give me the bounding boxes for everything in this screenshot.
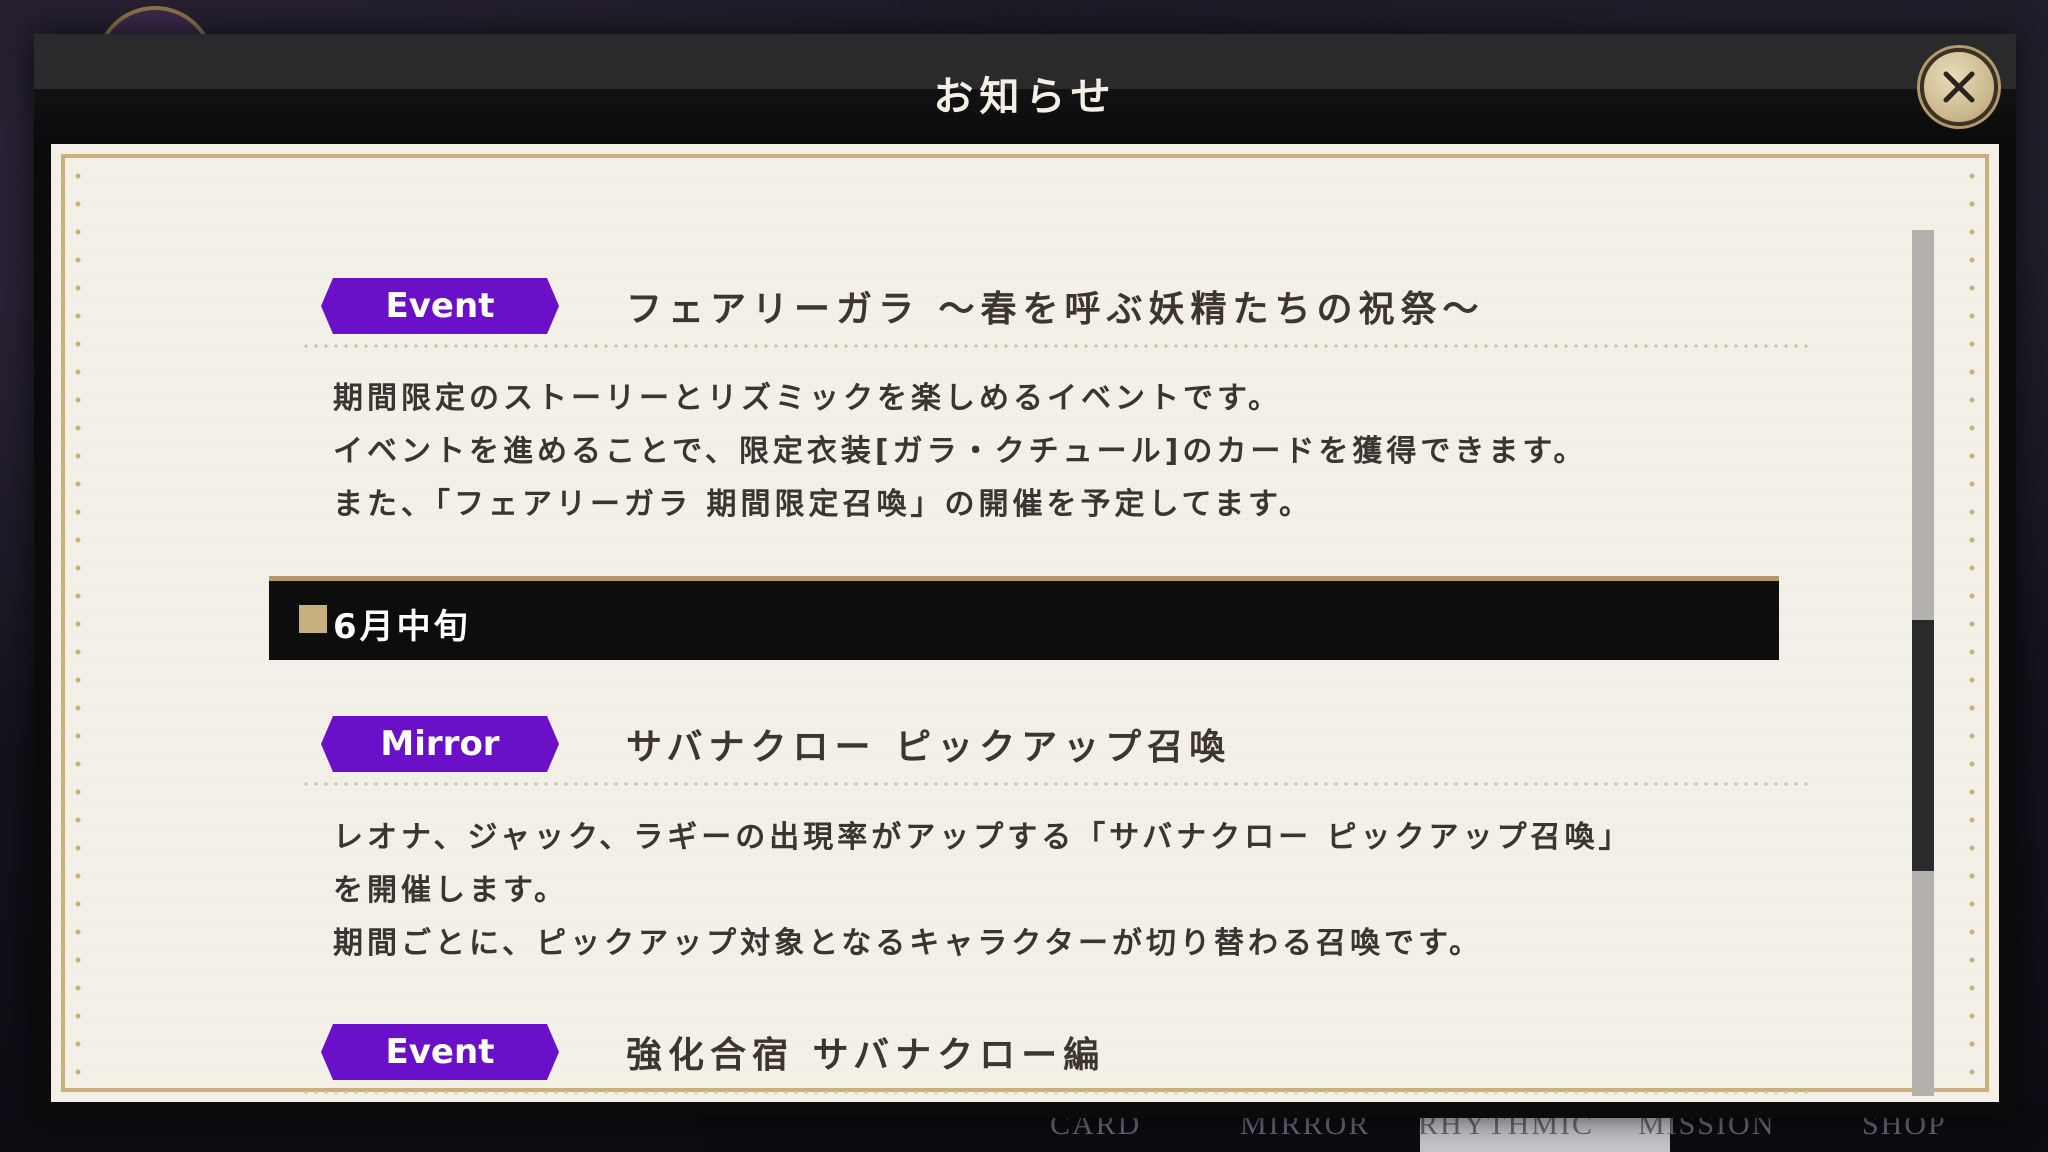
dotted-divider: [301, 1090, 1811, 1094]
notice-body-line: 期間限定のストーリーとリズミックを楽しめるイベントです。: [333, 381, 1282, 416]
notice-body: 期間限定のストーリーとリズミックを楽しめるイベントです。 イベントを進めることで…: [333, 372, 1587, 531]
close-icon: [1943, 71, 1975, 103]
notice-scroll-area[interactable]: Event フェアリーガラ ～春を呼ぶ妖精たちの祝祭～ 期間限定のストーリーとリ…: [51, 144, 1999, 1102]
notice-header[interactable]: Event 強化合宿 サバナクロー編: [301, 1014, 1811, 1094]
date-section-header: 6月中旬: [269, 576, 1779, 660]
notice-title: サバナクロー ピックアップ召喚: [626, 727, 1232, 768]
modal-title: お知らせ: [933, 74, 1117, 120]
notice-body-line: 期間ごとに、ピックアップ対象となるキャラクターが切り替わる召喚です。: [333, 926, 1483, 961]
scrollbar-track[interactable]: [1912, 230, 1934, 1096]
dotted-divider: [301, 344, 1811, 348]
notice-title: フェアリーガラ ～春を呼ぶ妖精たちの祝祭～: [626, 289, 1485, 330]
notice-header[interactable]: Mirror サバナクロー ピックアップ召喚: [301, 706, 1811, 786]
event-tag-badge: Event: [321, 1024, 559, 1080]
notice-body-line: イベントを進めることで、限定衣装[ガラ・クチュール]のカードを獲得できます。: [333, 434, 1588, 469]
date-label: 6月中旬: [333, 607, 471, 647]
mirror-tag-badge: Mirror: [321, 716, 559, 772]
notice-body: レオナ、ジャック、ラギーの出現率がアップする「サバナクロー ピックアップ召喚」 …: [333, 811, 1633, 970]
notice-body-line: また、「フェアリーガラ 期間限定召喚」の開催を予定してます。: [333, 487, 1314, 522]
notice-paper-panel: Event フェアリーガラ ～春を呼ぶ妖精たちの祝祭～ 期間限定のストーリーとリ…: [51, 144, 1999, 1102]
section-marker-square: [299, 605, 327, 633]
modal-header: お知らせ: [34, 34, 2016, 144]
dotted-divider: [301, 782, 1811, 786]
notice-header[interactable]: Event フェアリーガラ ～春を呼ぶ妖精たちの祝祭～: [301, 268, 1811, 348]
notice-body-line: レオナ、ジャック、ラギーの出現率がアップする「サバナクロー ピックアップ召喚」: [333, 820, 1633, 855]
scrollbar-thumb[interactable]: [1912, 620, 1934, 871]
close-button[interactable]: [1920, 48, 1998, 126]
notice-title: 強化合宿 サバナクロー編: [626, 1035, 1106, 1076]
notice-body-line: を開催します。: [333, 873, 568, 908]
event-tag-badge: Event: [321, 278, 559, 334]
news-modal: お知らせ Event フェアリーガラ ～春を呼ぶ妖精たちの祝祭～ 期間限定のスト…: [34, 34, 2016, 1118]
